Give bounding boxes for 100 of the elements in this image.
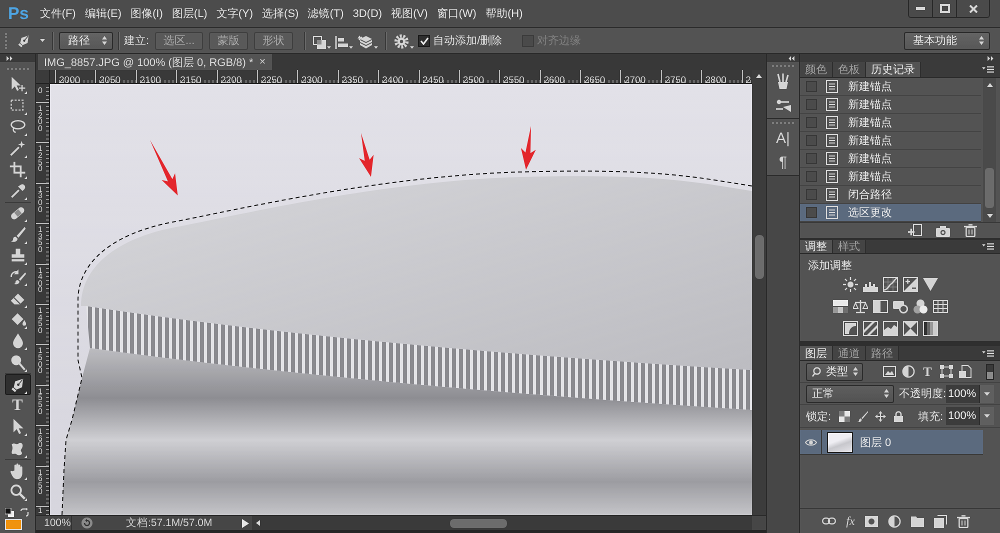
blend-mode-dropdown[interactable]: 正常 [806, 384, 894, 402]
source-checkbox[interactable] [806, 153, 817, 164]
filter-toggle[interactable] [986, 364, 994, 380]
vertical-scrollbar[interactable] [752, 70, 766, 515]
source-checkbox[interactable] [806, 207, 817, 218]
expand-arrow-icon[interactable] [242, 518, 250, 528]
history-scrollbar[interactable] [983, 78, 996, 222]
shape-handles-icon[interactable] [940, 365, 953, 378]
type-tool[interactable]: T [4, 395, 30, 417]
new-layer-icon[interactable] [934, 514, 947, 528]
history-state[interactable]: 新建锚点 [800, 78, 981, 96]
filter-type-dropdown[interactable]: 类型 [806, 362, 863, 380]
scales-icon[interactable] [852, 299, 868, 314]
camera-ring-icon[interactable] [892, 299, 908, 314]
menu-item[interactable]: 3D(D) [352, 6, 382, 22]
scroll-down-icon[interactable] [986, 214, 992, 218]
default-colors-icon[interactable] [5, 508, 14, 517]
menu-item[interactable]: 帮助(H) [485, 4, 523, 23]
path-mode-dropdown[interactable]: 路径 [59, 32, 113, 50]
brush-icon[interactable] [857, 410, 868, 422]
half-circle-icon[interactable] [902, 365, 915, 378]
source-checkbox[interactable] [806, 189, 817, 200]
diagonal-stripes-icon[interactable] [862, 321, 878, 336]
landscape-square-icon[interactable] [882, 321, 898, 336]
panel-tab[interactable]: 图层 [800, 346, 833, 360]
source-checkbox[interactable] [806, 135, 817, 146]
effects-button[interactable]: fx [846, 514, 855, 528]
source-checkbox[interactable] [806, 81, 817, 92]
half-circle-icon[interactable] [888, 514, 901, 528]
menu-item[interactable]: 滤镜(T) [308, 4, 344, 23]
trash-icon[interactable] [964, 224, 977, 237]
panel-tab[interactable]: 路径 [866, 346, 899, 360]
opacity-field[interactable]: 100% [946, 384, 979, 402]
checkerboard-icon[interactable] [839, 410, 850, 422]
scroll-left-icon[interactable] [256, 520, 260, 526]
trash-icon[interactable] [956, 514, 970, 528]
fill-slider-button[interactable] [979, 407, 994, 425]
opacity-slider-button[interactable] [979, 384, 994, 402]
close-button[interactable] [957, 0, 990, 18]
character-panel-button[interactable]: A| [768, 126, 798, 150]
panel-menu-icon[interactable] [982, 350, 994, 356]
history-state[interactable]: 新建锚点 [800, 114, 981, 132]
menu-item[interactable]: 窗口(W) [436, 4, 476, 23]
circle-arrow-icon[interactable] [81, 517, 93, 529]
hourglass-square-icon[interactable] [902, 321, 918, 336]
camera-icon[interactable] [936, 224, 950, 236]
panel-menu-icon[interactable] [982, 66, 994, 73]
history-state[interactable]: 新建锚点 [800, 168, 981, 186]
color-swatch-icon[interactable] [5, 519, 22, 530]
minimize-button[interactable] [908, 0, 933, 18]
panel-tab[interactable]: 样式 [833, 240, 866, 253]
color-bars-icon[interactable] [832, 299, 848, 314]
mask-icon[interactable] [864, 516, 878, 526]
three-circles-icon[interactable] [912, 299, 928, 314]
scroll-thumb[interactable] [985, 168, 994, 208]
image-icon[interactable] [883, 365, 896, 378]
menu-item[interactable]: 图像(I) [130, 4, 163, 23]
history-state[interactable]: 新建锚点 [800, 132, 981, 150]
menu-item[interactable]: 视图(V) [391, 4, 428, 23]
source-checkbox[interactable] [806, 99, 817, 110]
curved-square-icon[interactable] [842, 321, 858, 336]
settings-button[interactable] [394, 32, 414, 48]
menu-item[interactable]: 选择(S) [262, 4, 299, 23]
maximize-button[interactable] [933, 0, 957, 18]
menu-item[interactable]: 文字(Y) [216, 4, 254, 23]
folder-icon[interactable] [910, 516, 924, 526]
scroll-thumb[interactable] [450, 518, 508, 528]
swap-colors-icon[interactable] [20, 508, 29, 517]
horizontal-scrollbar[interactable] [252, 516, 752, 530]
move-icon[interactable] [875, 410, 886, 422]
link-icon[interactable] [822, 517, 836, 525]
lock-icon[interactable] [893, 410, 904, 422]
layer-row[interactable]: 图层 0 [800, 430, 983, 455]
type-filter-button[interactable]: T [921, 364, 934, 380]
panel-menu-icon[interactable] [982, 243, 994, 250]
panel-tab[interactable]: 色板 [833, 62, 866, 77]
half-square-icon[interactable] [872, 299, 888, 314]
panel-tab[interactable]: 历史记录 [866, 62, 921, 77]
panel-tab[interactable]: 调整 [800, 240, 833, 253]
grid-icon[interactable] [932, 299, 948, 314]
document-tab[interactable]: IMG_8857.JPG @ 100% (图层 0, RGB/8) * × [38, 54, 272, 70]
sun-icon[interactable] [842, 277, 858, 292]
new-document-icon[interactable] [908, 224, 922, 237]
fill-field[interactable]: 100% [946, 407, 979, 425]
plus-minus-icon[interactable] [902, 277, 918, 292]
history-state[interactable]: 新建锚点 [800, 150, 981, 168]
menu-item[interactable]: 文件(F) [40, 4, 76, 23]
gradient-icon[interactable] [922, 321, 938, 336]
panel-tab[interactable]: 通道 [833, 346, 866, 360]
source-checkbox[interactable] [806, 117, 817, 128]
panel-tab[interactable]: 颜色 [800, 62, 833, 77]
paragraph-panel-button[interactable]: ¶ [768, 150, 798, 174]
scroll-up-icon[interactable] [756, 74, 762, 78]
pen-tool[interactable] [4, 374, 30, 396]
source-checkbox[interactable] [806, 171, 817, 182]
scroll-up-icon[interactable] [986, 83, 992, 87]
close-tab-button[interactable]: × [259, 56, 266, 68]
menu-item[interactable]: 编辑(E) [84, 4, 122, 23]
workspace-dropdown[interactable]: 基本功能 [904, 32, 990, 50]
triangle-icon[interactable] [922, 277, 938, 292]
